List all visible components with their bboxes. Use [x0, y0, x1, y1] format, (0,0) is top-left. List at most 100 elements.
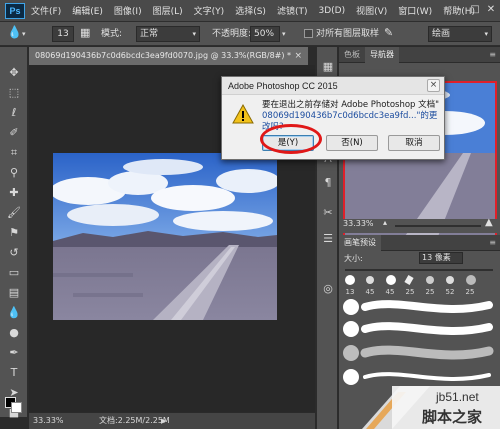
- zoom-in-icon[interactable]: ▲: [485, 217, 493, 228]
- clone-stamp-tool-icon[interactable]: ⚑: [6, 225, 22, 241]
- landscape-photo-image: [53, 153, 277, 320]
- sample-all-layers-label: 对所有图层取样: [316, 29, 380, 39]
- blur-tool-icon[interactable]: 💧: [6, 305, 22, 321]
- menu-type[interactable]: 文字(Y): [194, 4, 225, 17]
- close-tab-icon[interactable]: ×: [294, 47, 302, 65]
- tab-swatches[interactable]: 色板: [339, 47, 365, 63]
- brush-tip-icon[interactable]: [386, 275, 396, 285]
- opacity-dropdown-icon[interactable]: ▾: [282, 27, 286, 41]
- menu-layer[interactable]: 图层(L): [153, 4, 183, 17]
- brush-tip-icon[interactable]: [426, 276, 434, 284]
- brush-tip-icon[interactable]: [446, 276, 454, 284]
- brush-size-field[interactable]: 13 像素: [419, 252, 463, 264]
- brush-size-label: 大小:: [344, 254, 363, 263]
- cancel-button[interactable]: 取消: [388, 135, 440, 151]
- move-tool-icon[interactable]: ✥: [6, 65, 22, 81]
- menu-select[interactable]: 选择(S): [235, 4, 266, 17]
- menu-image[interactable]: 图像(I): [114, 4, 142, 17]
- workspace-select[interactable]: 绘画 ▾: [428, 26, 492, 42]
- yes-button[interactable]: 是(Y): [262, 135, 314, 151]
- history-brush-tool-icon[interactable]: ↺: [6, 245, 22, 261]
- brush-tip-icon[interactable]: [466, 275, 476, 285]
- menu-view[interactable]: 视图(V): [356, 4, 387, 17]
- workspace-value: 绘画: [432, 29, 451, 39]
- menu-edit[interactable]: 编辑(E): [72, 4, 103, 17]
- tool-preset-dropdown-icon[interactable]: ▾: [22, 27, 26, 41]
- menu-3d[interactable]: 3D(D): [318, 6, 345, 16]
- brush-presets-header: 画笔预设 ≡: [339, 234, 500, 251]
- brush-size-25a: 25: [405, 288, 415, 296]
- menu-window[interactable]: 窗口(W): [398, 4, 432, 17]
- background-color-swatch[interactable]: [11, 402, 22, 413]
- opacity-input[interactable]: 50%: [250, 26, 280, 42]
- status-bar: 33.33% 文档:2.25M/2.25M ▶: [29, 412, 315, 429]
- document-photo[interactable]: [53, 153, 277, 320]
- navigator-zoom-value[interactable]: 33.33%: [343, 219, 374, 228]
- history-panel-icon[interactable]: ▦: [320, 59, 336, 75]
- marquee-tool-icon[interactable]: ⬚: [6, 85, 22, 101]
- save-changes-dialog: Adobe Photoshop CC 2015 × 要在退出之前存储对 Adob…: [221, 76, 445, 160]
- opacity-value: 50%: [254, 29, 275, 39]
- document-tab[interactable]: 08069d190436b7c0d6bcdc3ea9fd0070.jpg @ 3…: [29, 47, 309, 65]
- chevron-down-icon: ▾: [192, 30, 196, 38]
- no-button[interactable]: 否(N): [326, 135, 378, 151]
- panel-menu-icon[interactable]: ≡: [489, 238, 496, 247]
- mode-select[interactable]: 正常 ▾: [136, 26, 200, 42]
- site-watermark: jb51.net 脚本之家: [362, 386, 500, 429]
- quick-select-tool-icon[interactable]: ✐: [6, 125, 22, 141]
- tools-panel: ✥ ⬚ ℓ ✐ ⌗ ⚲ ✚ 🖌 ⚑ ↺ ▭ ▤ 💧 ● ✒ T ➤ ■: [0, 47, 28, 419]
- opacity-label: 不透明度:: [212, 29, 252, 39]
- dialog-close-button[interactable]: ×: [427, 79, 440, 92]
- brush-size-picker[interactable]: 13: [52, 26, 74, 42]
- blur-tool-icon[interactable]: 💧: [7, 25, 22, 39]
- zoom-out-icon[interactable]: ▴: [383, 218, 387, 227]
- type-tool-icon[interactable]: T: [6, 365, 22, 381]
- watermark-site: jb51.net: [436, 390, 479, 404]
- properties-panel-icon[interactable]: ◎: [320, 281, 336, 297]
- close-window-icon[interactable]: ✕: [484, 4, 498, 16]
- mode-label: 模式:: [101, 29, 123, 39]
- navigator-zoom-slider[interactable]: [395, 225, 481, 227]
- eraser-tool-icon[interactable]: ▭: [6, 265, 22, 281]
- warning-icon: [232, 104, 254, 124]
- dialog-title: Adobe Photoshop CC 2015: [222, 77, 444, 95]
- dialog-message-line1: 要在退出之前存储对 Adobe Photoshop 文档": [262, 100, 440, 110]
- brush-tip-icon[interactable]: [404, 275, 414, 285]
- brush-panel-icon[interactable]: ▦: [80, 26, 90, 40]
- zoom-level[interactable]: 33.33%: [33, 413, 64, 429]
- brush-tip-icon[interactable]: [366, 276, 374, 284]
- brush-tip-icon[interactable]: [345, 275, 355, 285]
- paragraph-panel-icon[interactable]: ¶: [320, 175, 336, 191]
- dialog-message-line2: 08069d190436b7c0d6bcdc3ea9fd..."的更改吗?: [262, 111, 438, 132]
- panel-menu-icon[interactable]: ≡: [489, 50, 496, 59]
- brush-panel-icon[interactable]: ☰: [320, 231, 336, 247]
- minimize-icon[interactable]: –: [452, 4, 466, 16]
- lasso-tool-icon[interactable]: ℓ: [6, 105, 22, 121]
- navigator-zoom-row: 33.33% ▴ ▲: [339, 217, 500, 233]
- brush-tool-icon[interactable]: 🖌: [6, 205, 22, 221]
- pressure-icon[interactable]: ✎: [384, 26, 393, 40]
- brush-size-25b: 25: [425, 288, 435, 296]
- brush-size-45b: 45: [385, 288, 395, 296]
- crop-tool-icon[interactable]: ⌗: [6, 145, 22, 161]
- maximize-icon[interactable]: □: [468, 4, 482, 16]
- options-bar: 💧 ▾ 13 ▦ 模式: 正常 ▾ 不透明度: 50% ▾ 对所有图层取样 ✎ …: [0, 22, 500, 46]
- pen-tool-icon[interactable]: ✒: [6, 345, 22, 361]
- menu-bar: Ps 文件(F) 编辑(E) 图像(I) 图层(L) 文字(Y) 选择(S) 滤…: [0, 0, 500, 22]
- chevron-down-icon: ▾: [484, 30, 488, 38]
- sample-all-layers-checkbox[interactable]: [304, 29, 313, 38]
- mode-value: 正常: [140, 29, 159, 39]
- tools-preset-icon[interactable]: ✂: [320, 205, 336, 221]
- dodge-tool-icon[interactable]: ●: [6, 325, 22, 341]
- tab-navigator[interactable]: 导航器: [365, 46, 399, 63]
- gradient-tool-icon[interactable]: ▤: [6, 285, 22, 301]
- menu-filter[interactable]: 滤镜(T): [277, 4, 308, 17]
- healing-tool-icon[interactable]: ✚: [6, 185, 22, 201]
- brush-size-field-value: 13 像素: [422, 253, 451, 262]
- tab-brush-presets[interactable]: 画笔预设: [339, 234, 381, 251]
- eyedropper-tool-icon[interactable]: ⚲: [6, 165, 22, 181]
- menu-file[interactable]: 文件(F): [31, 4, 61, 17]
- brush-size-slider[interactable]: [345, 269, 493, 271]
- status-menu-arrow-icon[interactable]: ▶: [161, 413, 166, 429]
- brush-size-52: 52: [445, 288, 455, 296]
